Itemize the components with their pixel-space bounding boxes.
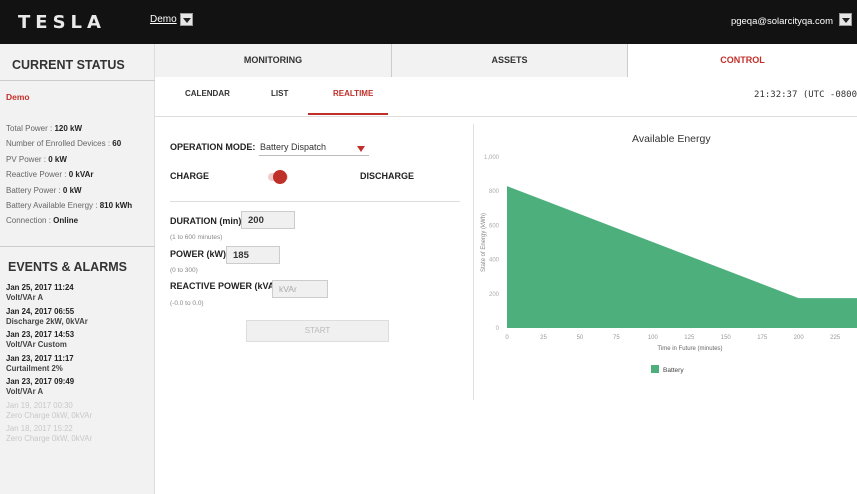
y-axis-label: State of Energy (kWh) <box>481 213 487 272</box>
event-text: Volt/VAr A <box>6 387 44 396</box>
status-total-power: Total Power : 120 kW <box>6 124 83 133</box>
x-tick-label: 25 <box>540 335 547 341</box>
x-tick-label: 150 <box>721 335 732 341</box>
battery-area <box>507 186 857 328</box>
divider <box>0 80 155 81</box>
site-dropdown-icon[interactable] <box>180 13 193 26</box>
x-tick-label: 175 <box>757 335 768 341</box>
x-tick-label: 200 <box>794 335 805 341</box>
active-tab-underline <box>308 113 388 115</box>
event-date: Jan 23, 2017 11:17 <box>6 353 74 363</box>
event-text: Curtailment 2% <box>6 363 63 373</box>
tab-control[interactable]: CONTROL <box>627 44 857 77</box>
top-bar: TESLA Demo pgeqa@solarcityqa.com <box>0 0 857 44</box>
duration-label: DURATION (min): <box>170 216 245 226</box>
y-tick-label: 400 <box>489 258 500 264</box>
available-energy-chart: 0 200 400 600 800 1,000 0 25 50 75 100 125 150 175 200… <box>481 155 857 374</box>
operation-mode-label: OPERATION MODE: <box>170 142 256 152</box>
status-reactive-power: Reactive Power : 0 kVAr <box>6 170 94 180</box>
event-item[interactable]: Jan 23, 2017 09:49 Volt/VAr A <box>6 377 92 401</box>
status-connection: Connection : Online <box>6 216 79 226</box>
x-axis-label: Time in Future (minutes) <box>657 346 722 352</box>
duration-hint: (1 to 600 minutes) <box>170 234 223 241</box>
status-enrolled-devices: Number of Enrolled Devices : 60 <box>6 139 122 149</box>
clock: 21:32:37 (UTC -0800 <box>754 90 857 100</box>
tab-assets[interactable]: ASSETS <box>391 44 627 77</box>
event-date: Jan 19, 2017 00:30 <box>6 400 73 410</box>
tesla-logo[interactable]: TESLA <box>18 12 106 33</box>
status-battery-power: Battery Power : 0 kW <box>6 185 82 195</box>
y-tick-label: 1,000 <box>484 155 500 161</box>
x-tick-label: 75 <box>613 335 620 341</box>
x-tick-label: 100 <box>648 335 659 341</box>
event-text: Volt/VAr A <box>6 293 44 302</box>
user-email[interactable]: pgeqa@solarcityqa.com <box>731 16 833 27</box>
event-item[interactable]: Jan 19, 2017 00:30 Zero Charge 0kW, 0kVAr <box>6 401 92 425</box>
reactive-power-input[interactable]: kVAr <box>272 280 328 298</box>
duration-input[interactable]: 200 <box>241 211 295 229</box>
power-hint: (0 to 300) <box>170 267 198 274</box>
event-date: Jan 23, 2017 09:49 <box>6 377 75 386</box>
event-text: Volt/VAr Custom <box>6 340 67 349</box>
y-tick-label: 800 <box>489 189 500 195</box>
charge-label: CHARGE <box>170 171 210 181</box>
event-date: Jan 18, 2017 15:22 <box>6 424 73 433</box>
y-tick-label: 600 <box>489 223 500 229</box>
tab-monitoring[interactable]: MONITORING <box>155 44 391 77</box>
x-tick-label: 225 <box>830 335 841 341</box>
x-tick-label: 0 <box>505 335 509 341</box>
legend-swatch-battery <box>651 365 659 373</box>
x-tick-label: 50 <box>577 335 584 341</box>
operation-mode-select[interactable]: Battery Dispatch <box>260 142 326 152</box>
status-list: Total Power : 120 kW Number of Enrolled … <box>6 121 132 229</box>
event-item[interactable]: Jan 24, 2017 06:55 Discharge 2kW, 0kVAr <box>6 307 92 331</box>
user-dropdown-icon[interactable] <box>839 13 852 26</box>
y-tick-label: 200 <box>489 292 500 298</box>
event-list: Jan 25, 2017 11:24 Volt/VAr A Jan 24, 201… <box>6 283 92 448</box>
event-text: Zero Charge 0kW, 0kVAr <box>6 410 93 420</box>
y-tick-label: 0 <box>496 326 500 332</box>
status-pv-power: PV Power : 0 kW <box>6 154 67 164</box>
divider <box>170 201 460 202</box>
sidebar: CURRENT STATUS Demo Total Power : 120 kW… <box>0 44 155 494</box>
site-select[interactable]: Demo <box>150 14 177 25</box>
event-date: Jan 24, 2017 06:55 <box>6 306 75 316</box>
event-item[interactable]: Jan 18, 2017 15:22 Zero Charge 0kW, 0kVAr <box>6 424 92 448</box>
sub-tabs: CALENDAR LIST REALTIME 21:32:37 (UTC -08… <box>155 77 857 117</box>
event-date: Jan 23, 2017 14:53 <box>6 330 75 339</box>
subtab-calendar[interactable]: CALENDAR <box>185 89 230 98</box>
reactive-power-hint: (-0.0 to 0.0) <box>170 300 204 307</box>
main-tabs: MONITORING ASSETS CONTROL <box>155 44 857 77</box>
current-status-title: CURRENT STATUS <box>12 58 125 72</box>
event-date: Jan 25, 2017 11:24 <box>6 283 74 292</box>
x-tick-label: 125 <box>684 335 695 341</box>
reactive-power-label: REACTIVE POWER (kVAr): <box>170 281 284 291</box>
caret-down-icon[interactable] <box>357 146 365 152</box>
discharge-label: DISCHARGE <box>360 171 415 181</box>
legend-label-battery: Battery <box>663 367 684 374</box>
events-title: EVENTS & ALARMS <box>8 260 127 274</box>
subtab-realtime[interactable]: REALTIME <box>333 89 373 98</box>
power-input[interactable]: 185 <box>226 246 280 264</box>
site-name: Demo <box>6 92 30 102</box>
select-underline <box>259 155 369 156</box>
event-item[interactable]: Jan 23, 2017 14:53 Volt/VAr Custom <box>6 330 92 354</box>
subtab-list[interactable]: LIST <box>271 89 288 98</box>
start-button[interactable]: START <box>246 320 389 342</box>
event-text: Zero Charge 0kW, 0kVAr <box>6 434 93 443</box>
status-battery-energy: Battery Available Energy : 810 kWh <box>6 200 133 210</box>
toggle-knob[interactable] <box>273 170 287 184</box>
event-item[interactable]: Jan 25, 2017 11:24 Volt/VAr A <box>6 283 92 307</box>
divider <box>0 246 155 247</box>
event-text: Discharge 2kW, 0kVAr <box>6 316 88 326</box>
power-label: POWER (kW): <box>170 249 229 259</box>
event-item[interactable]: Jan 23, 2017 11:17 Curtailment 2% <box>6 354 92 378</box>
